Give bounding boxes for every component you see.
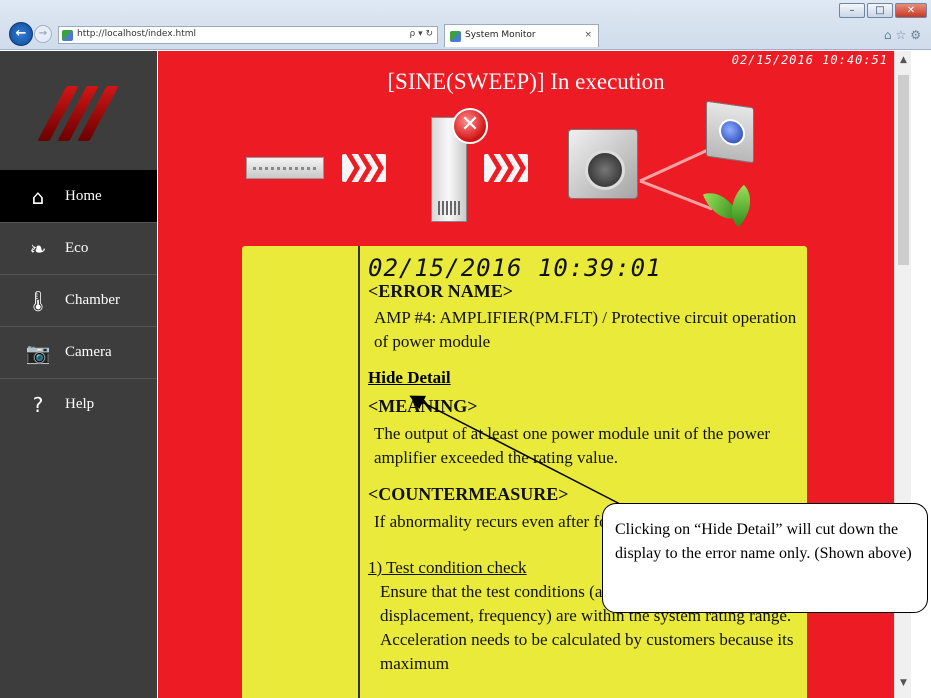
camera-icon: 📷 <box>25 340 51 365</box>
minimize-button[interactable]: – <box>839 3 865 18</box>
thermometer-icon: 🌡 <box>25 288 51 313</box>
error-panel: 02/15/2016 10:39:01 <ERROR NAME> AMP #4:… <box>242 246 810 698</box>
sidebar-item-home[interactable]: ⌂ Home <box>0 170 157 222</box>
sidebar-item-eco[interactable]: ❧ Eco <box>0 222 157 274</box>
home-icon: ⌂ <box>31 184 45 209</box>
controller-device-icon <box>246 157 324 179</box>
error-name-text: AMP #4: AMPLIFIER(PM.FLT) / Protective c… <box>374 308 797 351</box>
sidebar-item-label: Eco <box>65 240 89 256</box>
company-logo <box>30 86 130 142</box>
address-bar[interactable]: http://localhost/index.html ρ ▾ ↻ <box>58 26 438 44</box>
meaning-text: The output of at least one power module … <box>374 424 771 467</box>
window-controls: – □ ✕ <box>839 3 927 18</box>
status-title: [SINE(SWEEP)] In execution <box>387 69 665 94</box>
search-refresh-icons[interactable]: ρ ▾ ↻ <box>410 29 434 39</box>
meaning-heading: <MEANING> <box>368 396 478 416</box>
sidebar-item-label: Camera <box>65 344 112 360</box>
help-icon: ? <box>32 392 44 417</box>
monitor-icon[interactable] <box>706 100 754 164</box>
error-name-heading: <ERROR NAME> <box>368 281 514 301</box>
flow-arrow-icon <box>342 154 386 182</box>
tab-favicon-icon <box>450 31 461 42</box>
sidebar-item-label: Home <box>65 188 102 204</box>
close-window-button[interactable]: ✕ <box>895 3 927 18</box>
callout-box: Clicking on “Hide Detail” will cut down … <box>602 503 928 613</box>
scroll-thumb[interactable] <box>898 75 909 265</box>
hide-detail-link[interactable]: Hide Detail <box>368 368 451 388</box>
error-x-icon: ✕ <box>452 108 488 144</box>
flow-arrow-icon <box>484 154 528 182</box>
forward-button[interactable]: → <box>34 25 52 43</box>
current-datetime: 02/15/2016 10:40:51 <box>731 53 888 67</box>
leaf-icon: ❧ <box>29 236 47 261</box>
sidebar-item-help[interactable]: ? Help <box>0 378 157 430</box>
countermeasure-heading: <COUNTERMEASURE> <box>368 484 569 504</box>
callout-text: Clicking on “Hide Detail” will cut down … <box>615 521 912 562</box>
scroll-down-icon[interactable]: ▼ <box>895 678 912 694</box>
panel-divider <box>358 246 360 698</box>
sidebar-item-label: Chamber <box>65 292 120 308</box>
sidebar-item-label: Help <box>65 396 95 412</box>
tab-title: System Monitor <box>465 30 536 40</box>
browser-tab[interactable]: System Monitor × <box>444 24 599 47</box>
url-text[interactable]: http://localhost/index.html <box>77 29 196 39</box>
shaker-chamber-icon[interactable] <box>568 129 638 199</box>
sidebar-item-camera[interactable]: 📷 Camera <box>0 326 157 378</box>
browser-chrome: – □ ✕ ← → http://localhost/index.html ρ … <box>0 0 931 50</box>
maximize-button[interactable]: □ <box>867 3 893 18</box>
sidebar-item-chamber[interactable]: 🌡 Chamber <box>0 274 157 326</box>
error-timestamp: 02/15/2016 10:39:01 <box>368 254 662 282</box>
page-favicon-icon <box>62 30 73 41</box>
back-button[interactable]: ← <box>9 22 33 46</box>
tab-close-button[interactable]: × <box>584 30 592 40</box>
scroll-up-icon[interactable]: ▲ <box>895 55 912 71</box>
eco-leaf-icon <box>702 184 763 228</box>
check-heading: 1) Test condition check <box>368 558 527 577</box>
toolbar-icons[interactable]: ⌂☆⚙ <box>884 28 925 42</box>
